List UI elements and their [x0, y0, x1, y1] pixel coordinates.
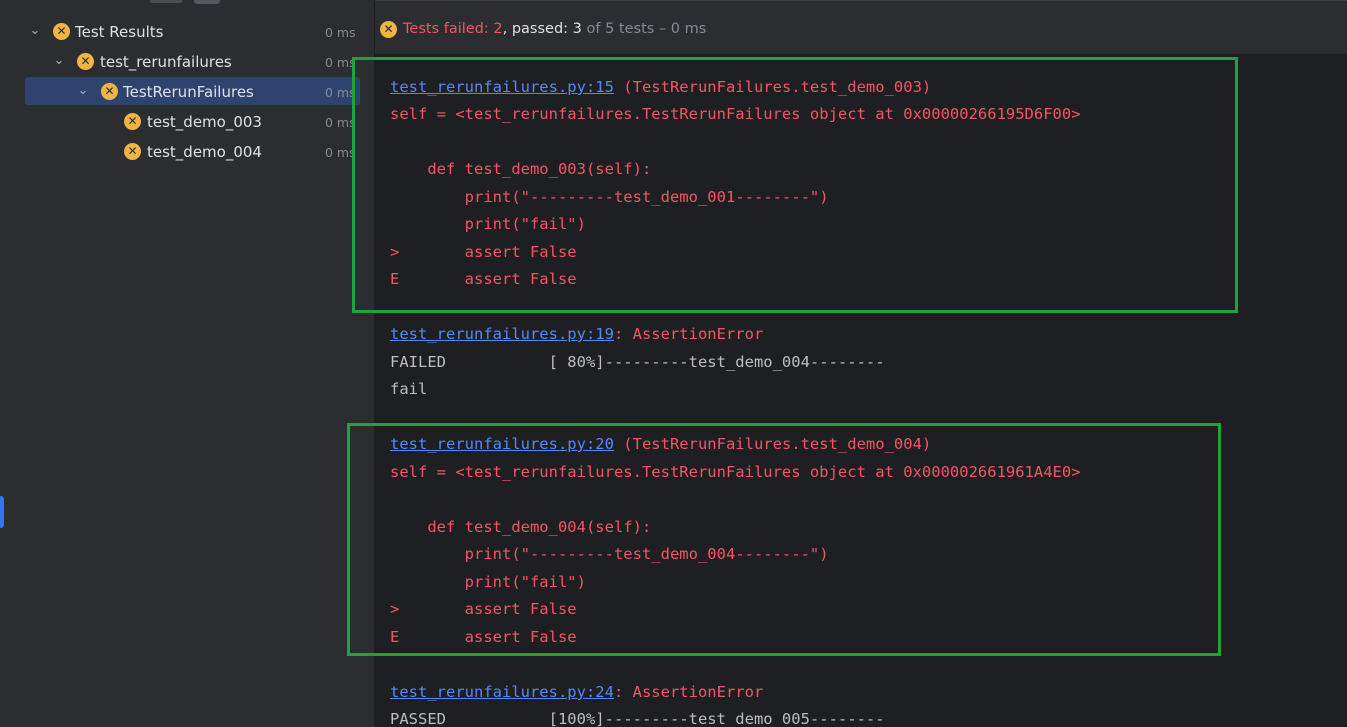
source-link[interactable]: test_rerunfailures.py:20 [390, 435, 614, 453]
traceback-header: test_rerunfailures.py:20 (TestRerunFailu… [390, 431, 931, 459]
code-line: print("---------test_demo_001--------") [390, 188, 829, 206]
status-passed-label: passed: [511, 21, 573, 37]
tree-row-test-results[interactable]: ⌄ ✕ Test Results 0 ms [0, 17, 374, 47]
side-scroll-marker[interactable] [0, 496, 4, 528]
assert-line: > assert False [390, 600, 577, 618]
traceback-ref: (TestRerunFailures.test_demo_003) [613, 78, 932, 96]
toolbar-strip [0, 0, 374, 6]
source-link[interactable]: test_rerunfailures.py:15 [390, 78, 614, 96]
toolbar-tab[interactable] [150, 0, 182, 3]
fail-icon: ✕ [124, 113, 141, 130]
def-line: def test_demo_003(self): [390, 160, 652, 178]
console-output[interactable]: ✕ Tests failed: 2, passed: 3 of 5 tests … [375, 0, 1347, 727]
toolbar-tab-active[interactable] [194, 0, 220, 4]
tree-row-label: Test Results [75, 23, 164, 41]
def-line: def test_demo_004(self): [390, 518, 652, 536]
tree-row-label: test_rerunfailures [100, 53, 232, 71]
fail-icon: ✕ [101, 83, 118, 100]
traceback-ref: (TestRerunFailures.test_demo_004) [613, 435, 932, 453]
fail-icon: ✕ [124, 143, 141, 160]
assertion-error-text: : AssertionError [613, 683, 764, 701]
status-passed-count: 3 [572, 21, 582, 37]
tree-row-testrerunfailures[interactable]: ⌄ ✕ TestRerunFailures 0 ms [0, 77, 374, 107]
chevron-down-icon[interactable]: ⌄ [28, 24, 42, 38]
source-link[interactable]: test_rerunfailures.py:19 [390, 325, 614, 343]
assertion-error-text: : AssertionError [613, 325, 764, 343]
result-status-line: PASSED [100%]---------test_demo_005-----… [390, 710, 885, 727]
status-failed-label: Tests failed: [403, 21, 494, 37]
status-failed-count: 2 [493, 21, 503, 37]
tree-row-test-rerunfailures[interactable]: ⌄ ✕ test_rerunfailures 0 ms [0, 47, 374, 77]
fail-icon: ✕ [77, 53, 94, 70]
self-line: self = <test_rerunfailures.TestRerunFail… [390, 463, 1081, 481]
status-summary: Tests failed: 2, passed: 3 of 5 tests – … [403, 20, 706, 38]
tree-row-label: TestRerunFailures [123, 83, 254, 101]
stdout-line: fail [390, 380, 428, 398]
assertion-error-line: test_rerunfailures.py:19: AssertionError [390, 321, 763, 349]
assertion-error-line: test_rerunfailures.py:24: AssertionError [390, 679, 763, 707]
tree-row-time: 0 ms [325, 55, 356, 70]
error-line: E assert False [390, 628, 577, 646]
tree-row-time: 0 ms [325, 85, 356, 100]
error-line: E assert False [390, 270, 577, 288]
result-status-line: FAILED [ 80%]---------test_demo_004-----… [390, 353, 885, 371]
code-line: print("fail") [390, 215, 586, 233]
test-status-bar: ✕ Tests failed: 2, passed: 3 of 5 tests … [375, 0, 1347, 54]
source-link[interactable]: test_rerunfailures.py:24 [390, 683, 614, 701]
tree-row-time: 0 ms [325, 25, 356, 40]
self-line: self = <test_rerunfailures.TestRerunFail… [390, 105, 1081, 123]
status-sep: , [502, 21, 512, 37]
tree-row-time: 0 ms [325, 115, 356, 130]
tree-row-label: test_demo_004 [147, 143, 262, 161]
code-line: print("---------test_demo_004--------") [390, 545, 829, 563]
fail-icon: ✕ [380, 21, 397, 38]
fail-icon: ✕ [53, 23, 70, 40]
tree-row-time: 0 ms [325, 145, 356, 160]
status-total: of 5 tests – 0 ms [581, 21, 707, 37]
test-tree-panel: ⌄ ✕ Test Results 0 ms ⌄ ✕ test_rerunfail… [0, 0, 374, 727]
tree-row-label: test_demo_003 [147, 113, 262, 131]
assert-line: > assert False [390, 243, 577, 261]
tree-row-test-demo-004[interactable]: ✕ test_demo_004 0 ms [0, 137, 374, 167]
chevron-down-icon[interactable]: ⌄ [52, 54, 66, 68]
code-line: print("fail") [390, 573, 586, 591]
tree-row-test-demo-003[interactable]: ✕ test_demo_003 0 ms [0, 107, 374, 137]
chevron-down-icon[interactable]: ⌄ [76, 84, 90, 98]
traceback-header: test_rerunfailures.py:15 (TestRerunFailu… [390, 74, 931, 102]
